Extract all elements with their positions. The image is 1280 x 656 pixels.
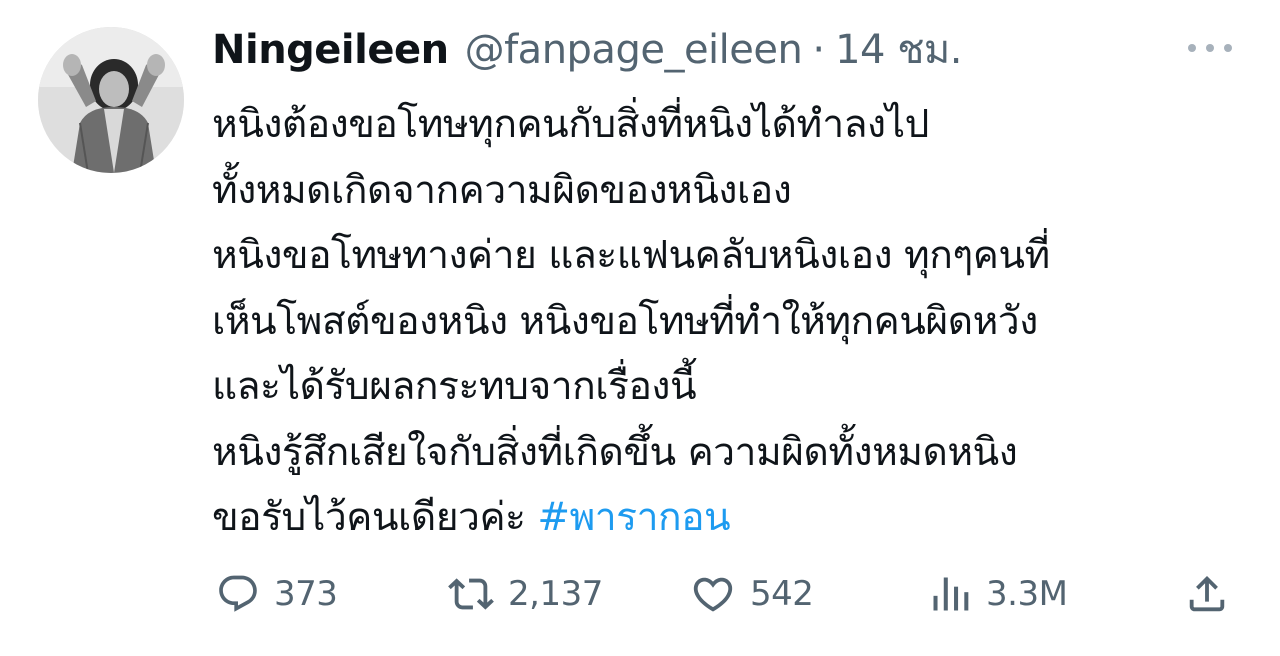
views-count: 3.3M	[986, 574, 1068, 614]
views-button[interactable]: 3.3M	[928, 562, 1068, 626]
tweet-text-line: และได้รับผลกระทบจากเรื่องนี้	[212, 364, 697, 409]
tweet-text-line: หนิงรู้สึกเสียใจกับสิ่งที่เกิดขึ้น ความผ…	[212, 429, 1018, 475]
user-handle[interactable]: @fanpage_eileen	[465, 22, 803, 78]
views-chart-icon	[928, 572, 972, 616]
tweet-text-line: เห็นโพสต์ของหนิง หนิงขอโทษที่ทำให้ทุกคนผ…	[212, 298, 1038, 344]
share-icon	[1184, 571, 1230, 617]
avatar-image	[38, 27, 184, 173]
tweet-text-line: หนิงต้องขอโทษทุกคนกับสิ่งที่หนิงได้ทำลงไ…	[212, 102, 929, 147]
reply-icon	[216, 572, 260, 616]
tweet: Ningeileen @fanpage_eileen · 14 ชม. หนิง…	[0, 0, 1280, 656]
share-button[interactable]	[1184, 562, 1244, 626]
tweet-text-line: ทั้งหมดเกิดจากความผิดของหนิงเอง	[212, 167, 792, 213]
reply-button[interactable]: 373	[216, 562, 338, 626]
more-options-button[interactable]	[1182, 30, 1238, 66]
timestamp[interactable]: 14 ชม.	[835, 22, 962, 78]
like-heart-icon	[690, 571, 736, 617]
tweet-text-line: หนิงขอโทษทางค่าย และแฟนคลับหนิงเอง ทุกๆค…	[212, 233, 1050, 278]
avatar[interactable]	[38, 27, 184, 173]
retweet-count: 2,137	[508, 574, 603, 614]
tweet-text-last-line: ขอรับไว้คนเดียวค่ะ #พารากอน	[212, 485, 1252, 551]
more-dots-icon	[1188, 44, 1232, 52]
tweet-text-fragment: ขอรับไว้คนเดียวค่ะ	[212, 495, 538, 540]
like-button[interactable]: 542	[690, 562, 814, 626]
retweet-button[interactable]: 2,137	[448, 562, 603, 626]
hashtag-link[interactable]: #พารากอน	[537, 495, 730, 540]
like-count: 542	[750, 574, 814, 614]
action-bar: 373 2,137 542 3.3M	[212, 562, 1252, 626]
tweet-header: Ningeileen @fanpage_eileen · 14 ชม.	[212, 22, 962, 78]
retweet-icon	[448, 571, 494, 617]
reply-count: 373	[274, 574, 338, 614]
display-name[interactable]: Ningeileen	[212, 22, 449, 78]
tweet-text: หนิงต้องขอโทษทุกคนกับสิ่งที่หนิงได้ทำลงไ…	[212, 92, 1252, 551]
separator-dot: ·	[812, 27, 826, 73]
